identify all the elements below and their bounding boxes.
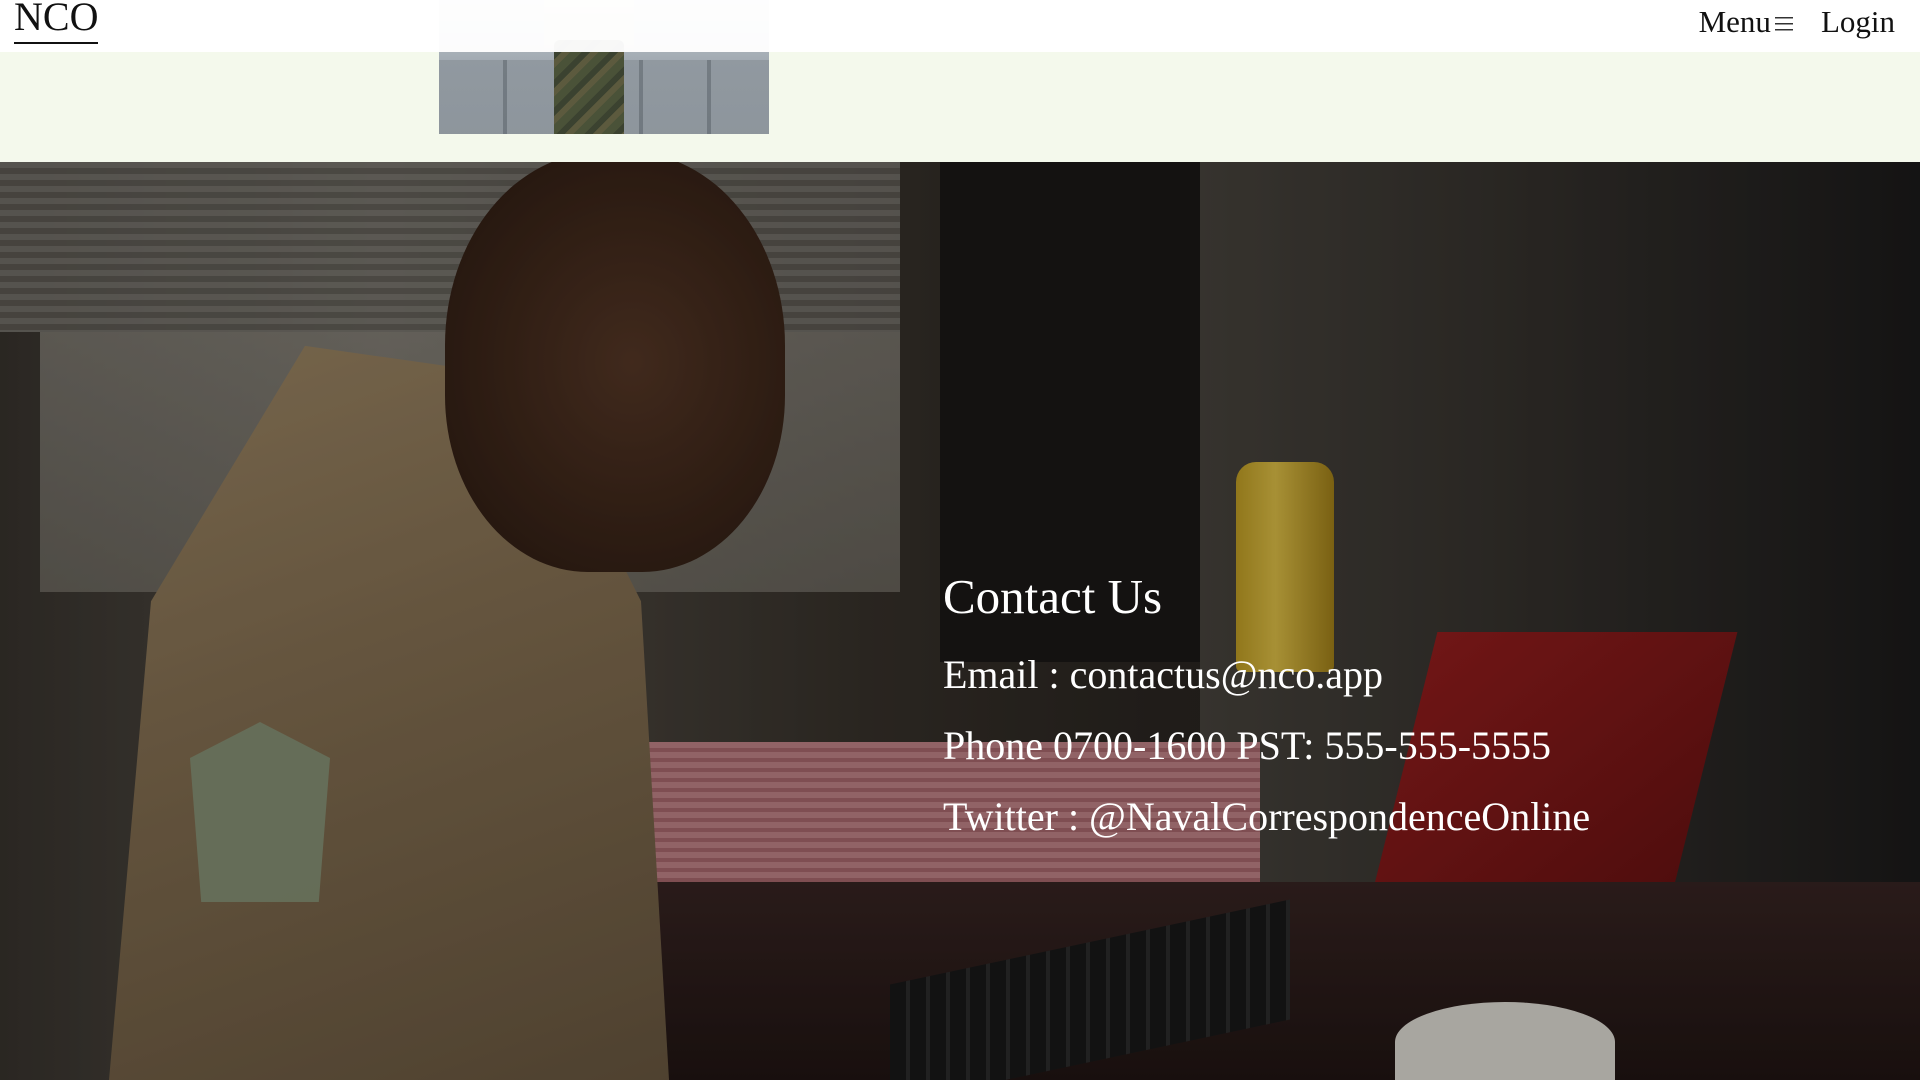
- menu-button[interactable]: Menu: [1699, 4, 1793, 40]
- page: NCO Menu Login Contact Us Email : contac…: [0, 0, 1920, 1080]
- contact-email[interactable]: Email : contactus@nco.app: [943, 649, 1590, 701]
- contact-section: Contact Us Email : contactus@nco.app Pho…: [943, 567, 1590, 862]
- hamburger-icon: [1774, 17, 1793, 31]
- contact-heading: Contact Us: [943, 569, 1163, 624]
- site-header: NCO Menu Login: [0, 0, 1920, 52]
- top-nav: Menu Login: [1699, 4, 1895, 40]
- login-link[interactable]: Login: [1821, 4, 1895, 40]
- photo-figure-legs: [554, 40, 624, 134]
- site-logo[interactable]: NCO: [14, 0, 99, 44]
- contact-phone: Phone 0700-1600 PST: 555-555-5555: [943, 723, 1552, 768]
- menu-label: Menu: [1698, 4, 1771, 39]
- contact-twitter[interactable]: Twitter : @NavalCorrespondenceOnline: [943, 791, 1590, 843]
